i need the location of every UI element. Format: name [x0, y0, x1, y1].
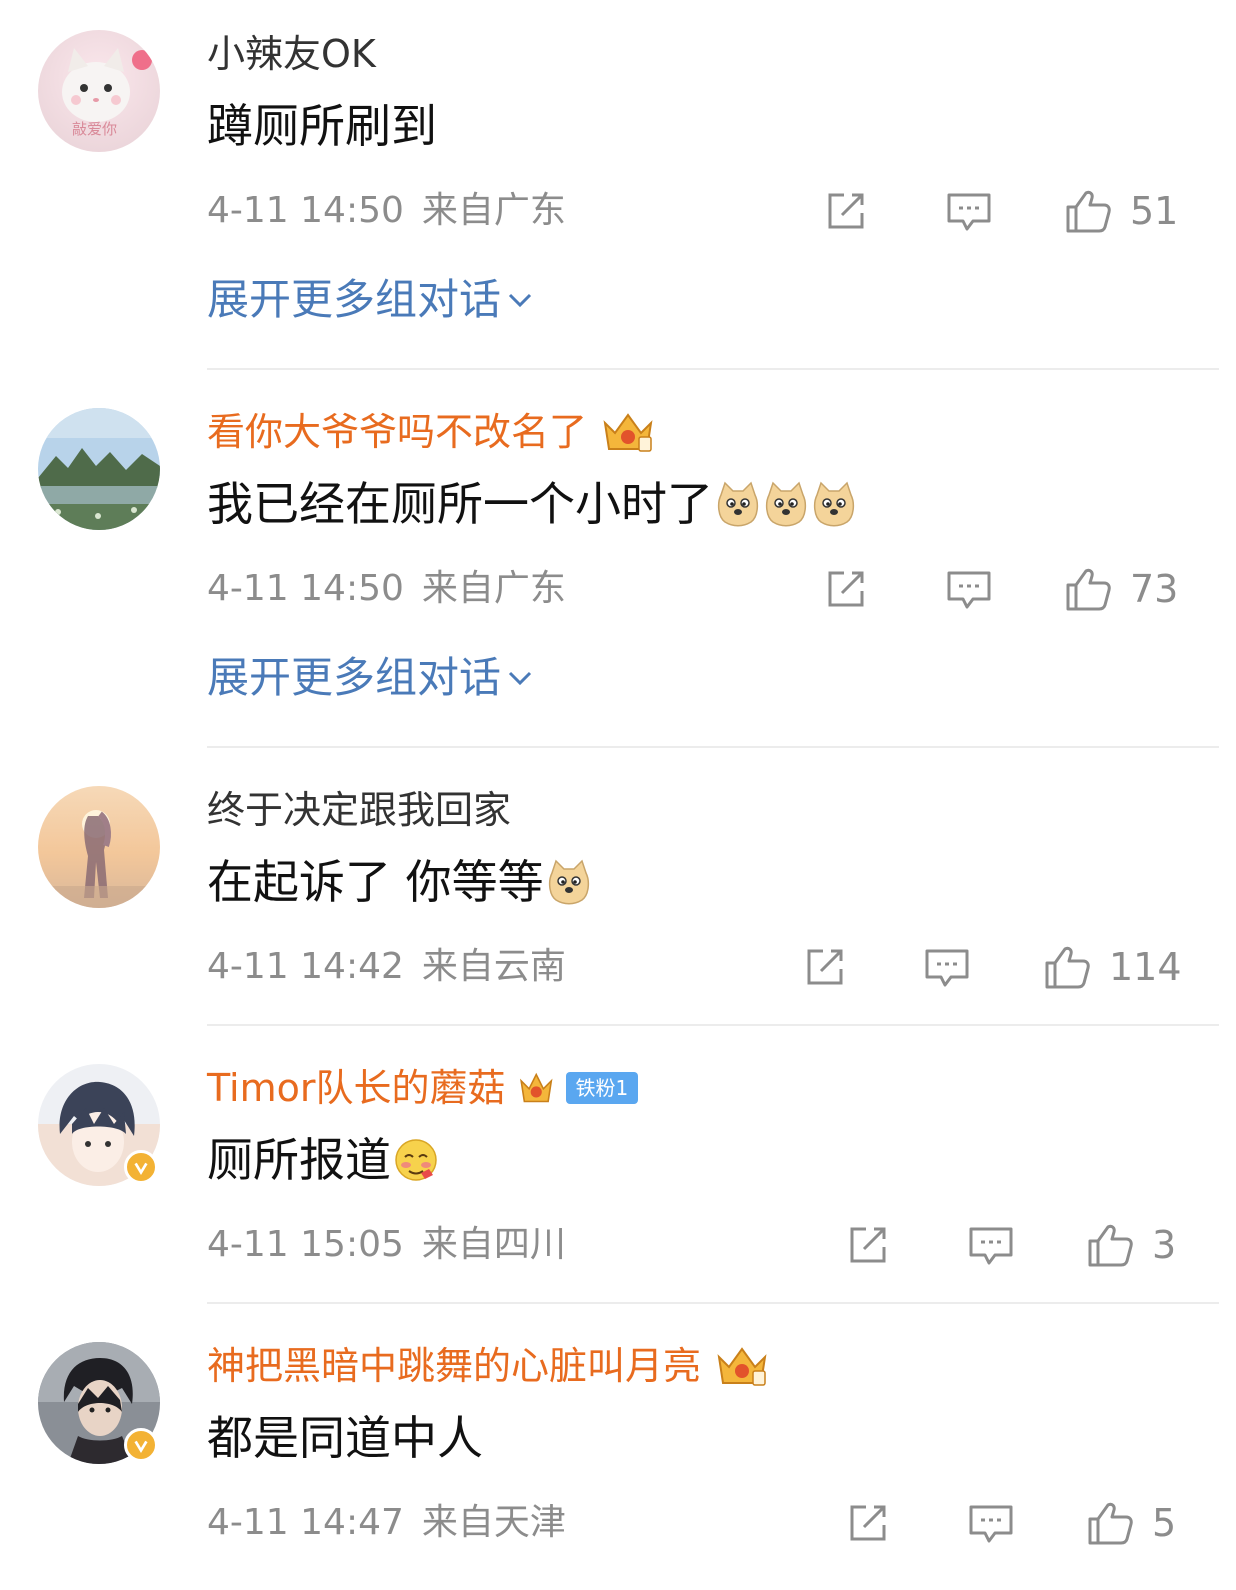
comment-icon [969, 1505, 1013, 1543]
doge-emoji [717, 481, 759, 527]
expand-conversation-label[interactable]: 展开更多组对话 [207, 650, 501, 706]
comment-username[interactable]: Timor队长的蘑菇 铁粉1 [207, 1064, 639, 1112]
username-text[interactable]: 小辣友OK [207, 30, 376, 78]
like-button[interactable]: 5 [1086, 1498, 1176, 1548]
user-avatar[interactable]: 敲爱你 [38, 30, 160, 152]
comment-text-body: 在起诉了 你等等 [207, 855, 544, 909]
like-button[interactable]: 114 [1043, 942, 1182, 992]
comment-time: 4-11 14:50 [207, 568, 404, 609]
comment-meta: 4-11 14:50 来自广东 [207, 564, 566, 614]
comment-time: 4-11 14:50 [207, 190, 404, 231]
comment-location: 来自广东 [421, 568, 566, 609]
comment-username[interactable]: 终于决定跟我回家 [207, 786, 511, 834]
comment-divider [207, 1024, 1219, 1026]
comment-meta: 4-11 14:47 来自天津 [207, 1498, 566, 1548]
expand-conversation-link[interactable]: 展开更多组对话 [207, 272, 535, 328]
comment-meta: 4-11 14:50 来自广东 [207, 186, 566, 236]
username-text[interactable]: 终于决定跟我回家 [207, 786, 511, 834]
like-icon [1066, 568, 1111, 611]
comment-icon [969, 1227, 1013, 1265]
expand-conversation-label[interactable]: 展开更多组对话 [207, 272, 501, 328]
reply-button[interactable] [945, 186, 993, 236]
comment-location: 来自云南 [421, 946, 566, 987]
comment-text-body: 我已经在厕所一个小时了 [207, 477, 713, 531]
blush-emoji [395, 1139, 437, 1181]
comment-username[interactable]: 小辣友OK [207, 30, 376, 78]
fan-level-badge: 铁粉1 [565, 1072, 639, 1104]
comment-divider [207, 368, 1219, 370]
comment-text-body: 厕所报道 [207, 1133, 391, 1187]
share-icon [828, 193, 864, 229]
comment-text: 我已经在厕所一个小时了 [207, 474, 857, 534]
like-icon [1088, 1502, 1133, 1545]
verified-badge-icon [124, 1150, 158, 1184]
like-count: 73 [1130, 567, 1179, 611]
crown-icon [603, 413, 653, 452]
crown-icon [519, 1072, 552, 1103]
share-button[interactable] [801, 942, 849, 992]
comment-text: 在起诉了 你等等 [207, 852, 592, 912]
like-count: 114 [1109, 945, 1182, 989]
doge-emoji [813, 481, 855, 527]
user-avatar[interactable] [38, 408, 160, 530]
comment-location: 来自广东 [421, 190, 566, 231]
comment-icon [947, 193, 991, 231]
comment-meta: 4-11 14:42 来自云南 [207, 942, 566, 992]
comment-text: 都是同道中人 [207, 1408, 483, 1468]
share-icon [828, 571, 864, 607]
reply-button[interactable] [945, 564, 993, 614]
comment-location: 来自天津 [421, 1502, 566, 1543]
comment-time: 4-11 15:05 [207, 1224, 404, 1265]
comment-time: 4-11 14:47 [207, 1502, 404, 1543]
like-count: 3 [1152, 1223, 1177, 1267]
expand-conversation-link[interactable]: 展开更多组对话 [207, 650, 535, 706]
username-text[interactable]: 神把黑暗中跳舞的心脏叫月亮 [207, 1342, 701, 1390]
share-button[interactable] [822, 564, 870, 614]
like-button[interactable]: 51 [1064, 186, 1178, 236]
doge-emoji [765, 481, 807, 527]
comment-text-body: 蹲厕所刷到 [207, 99, 437, 153]
share-icon [807, 949, 843, 985]
verified-badge-icon [124, 1428, 158, 1462]
comment-divider [207, 746, 1219, 748]
avatar-caption: 敲爱你 [72, 120, 117, 138]
comment-icon [947, 571, 991, 609]
like-button[interactable]: 3 [1086, 1220, 1176, 1270]
reply-button[interactable] [967, 1498, 1015, 1548]
comment-text: 蹲厕所刷到 [207, 96, 437, 156]
like-icon [1066, 190, 1111, 233]
comment-text: 厕所报道 [207, 1130, 439, 1190]
reply-button[interactable] [967, 1220, 1015, 1270]
reply-button[interactable] [923, 942, 971, 992]
share-button[interactable] [822, 186, 870, 236]
comment-time: 4-11 14:42 [207, 946, 404, 987]
share-icon [850, 1227, 886, 1263]
username-text[interactable]: 看你大爷爷吗不改名了 [207, 408, 587, 456]
comment-location: 来自四川 [421, 1224, 566, 1265]
comment-username[interactable]: 神把黑暗中跳舞的心脏叫月亮 [207, 1342, 771, 1390]
share-icon [850, 1505, 886, 1541]
chevron-down-icon [508, 293, 532, 308]
like-button[interactable]: 73 [1064, 564, 1178, 614]
doge-emoji [548, 859, 589, 905]
user-avatar[interactable] [38, 786, 160, 908]
comment-divider [207, 1302, 1219, 1304]
like-icon [1045, 946, 1090, 989]
username-text[interactable]: Timor队长的蘑菇 [207, 1064, 506, 1112]
comment-username[interactable]: 看你大爷爷吗不改名了 [207, 408, 657, 456]
like-count: 51 [1130, 189, 1179, 233]
comment-icon [925, 949, 969, 987]
comment-text-body: 都是同道中人 [207, 1411, 483, 1465]
share-button[interactable] [844, 1220, 892, 1270]
like-count: 5 [1152, 1501, 1177, 1545]
chevron-down-icon [508, 671, 532, 686]
like-icon [1088, 1224, 1133, 1267]
crown-icon [717, 1347, 767, 1386]
share-button[interactable] [844, 1498, 892, 1548]
comment-meta: 4-11 15:05 来自四川 [207, 1220, 566, 1270]
